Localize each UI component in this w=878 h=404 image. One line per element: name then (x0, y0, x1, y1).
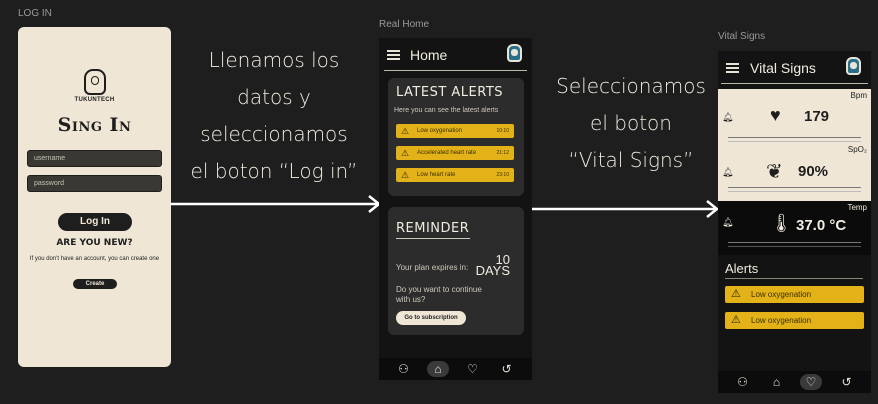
alert-time: 23:10 (496, 172, 509, 178)
heart-icon: ♥ (770, 105, 781, 125)
bpm-unit: Bpm (850, 91, 867, 100)
alert-item[interactable]: ⚠ Low oxygenation (725, 312, 864, 329)
password-input[interactable]: password (27, 175, 162, 192)
brand-name: TUKUNTECH (74, 97, 115, 103)
spo2-unit: SpO₂ (847, 145, 867, 154)
temp-value: 37.0 °C (796, 217, 847, 234)
home-icon[interactable]: ⌂ (427, 361, 449, 377)
home-title: Home (410, 47, 448, 63)
caption-line: datos y (237, 85, 311, 109)
alerts-title: Alerts (725, 261, 759, 276)
caption-line: el boton “Log in” (190, 159, 358, 183)
username-input[interactable]: username (27, 150, 162, 167)
latest-alerts-subtitle: Here you can see the latest alerts (394, 107, 499, 114)
create-account-button[interactable]: Create (73, 279, 117, 289)
header-divider (721, 83, 868, 84)
heart-rate-icon[interactable]: ♡ (464, 361, 481, 377)
vital-header: Vital Signs (718, 51, 871, 83)
reminder-title: REMINDER (396, 221, 470, 236)
caption-line: Llenamos los (208, 48, 340, 72)
frame-label-home: Real Home (379, 19, 430, 30)
divider (728, 246, 861, 247)
history-icon[interactable]: ↺ (498, 361, 515, 377)
vitals-panel: Bpm 🔔︎ ♥ 179 SpO₂ 🔔︎ ❦ 90% (718, 89, 871, 201)
new-user-heading: ARE YOU NEW? (56, 238, 133, 248)
alert-label: Accelerated heart rate (417, 150, 477, 156)
robot-avatar-icon[interactable] (846, 57, 861, 75)
menu-icon[interactable] (726, 63, 739, 73)
caption-vital-step: Seleccionamos el boton “Vital Signs” (548, 68, 714, 179)
warning-icon: ⚠ (401, 148, 410, 158)
bell-icon[interactable]: 🔔︎ (722, 167, 733, 178)
bell-icon[interactable]: 🔔︎ (722, 217, 733, 228)
profile-heart-icon[interactable]: ⚇ (395, 361, 412, 377)
frame-label-vital: Vital Signs (718, 31, 766, 42)
plan-expiry-label: Your plan expires in: (396, 263, 469, 272)
home-header: Home (379, 38, 532, 70)
caption-login-step: Llenamos los datos y seleccionamos el bo… (186, 42, 362, 190)
home-icon[interactable]: ⌂ (768, 374, 785, 390)
alert-label: Low oxygenation (417, 128, 463, 134)
alert-time: 21:12 (496, 150, 509, 156)
vital-signs-screen: Vital Signs Bpm 🔔︎ ♥ 179 SpO₂ 🔔︎ ❦ 90% T… (718, 51, 871, 393)
home-screen: Home LATEST ALERTS Here you can see the … (379, 38, 532, 380)
profile-heart-icon[interactable]: ⚇ (734, 374, 751, 390)
robot-avatar-icon[interactable] (507, 44, 522, 62)
caption-line: el boton (590, 111, 672, 135)
days-label: DAYS (475, 263, 510, 278)
frame-label-login: LOG IN (18, 8, 52, 19)
warning-icon: ⚠ (401, 170, 410, 180)
alert-item[interactable]: ⚠ Low oxygenation (725, 286, 864, 303)
divider (728, 242, 861, 243)
lungs-icon: ❦ (766, 161, 783, 183)
caption-line: Seleccionamos (556, 74, 706, 98)
login-title: Sing In (57, 114, 132, 136)
latest-alerts-card: LATEST ALERTS Here you can see the lates… (388, 78, 524, 196)
create-account-hint: If you don't have an account, you can cr… (29, 256, 160, 262)
temp-unit: Temp (847, 203, 867, 212)
alert-label: Low oxygenation (751, 290, 812, 299)
bell-icon[interactable]: 🔔︎ (722, 112, 733, 123)
alert-label: Low oxygenation (751, 316, 812, 325)
warning-icon: ⚠ (731, 288, 741, 300)
header-divider (384, 70, 527, 71)
vital-title: Vital Signs (750, 60, 816, 76)
go-to-subscription-button[interactable]: Go to subscription (396, 311, 466, 325)
bpm-value: 179 (804, 108, 830, 125)
reminder-card: REMINDER Your plan expires in: 10 DAYS D… (388, 207, 524, 335)
latest-alerts-title: LATEST ALERTS (396, 85, 504, 100)
flow-arrow-icon (170, 195, 382, 213)
divider (728, 187, 861, 188)
caption-line: seleccionamos (200, 122, 348, 146)
temp-panel: Temp 🔔︎ 🌡︎ 37.0 °C (718, 201, 871, 255)
divider (728, 137, 861, 138)
warning-icon: ⚠ (731, 314, 741, 326)
flow-arrow-icon (532, 200, 720, 218)
login-screen: TUKUNTECH Sing In username password Log … (18, 27, 171, 367)
caption-line: “Vital Signs” (568, 148, 694, 172)
history-icon[interactable]: ↺ (838, 374, 855, 390)
spo2-value: 90% (798, 163, 829, 180)
alert-time: 10:10 (496, 128, 509, 134)
login-button[interactable]: Log In (58, 213, 132, 231)
alert-item[interactable]: ⚠ Accelerated heart rate 21:12 (396, 146, 514, 160)
continue-question: Do you want to continue with us? (396, 285, 482, 304)
bottom-nav: ⚇ ⌂ ♡ ↺ (718, 371, 871, 393)
divider (728, 191, 861, 192)
alert-item[interactable]: ⚠ Low oxygenation 10:10 (396, 124, 514, 138)
warning-icon: ⚠ (401, 126, 410, 136)
heart-rate-icon[interactable]: ♡ (800, 374, 822, 390)
tukuntech-logo-icon (84, 69, 106, 95)
menu-icon[interactable] (387, 50, 400, 60)
reminder-underline (396, 238, 470, 239)
bottom-nav: ⚇ ⌂ ♡ ↺ (379, 358, 532, 380)
alert-item[interactable]: ⚠ Low heart rate 23:10 (396, 168, 514, 182)
alerts-divider (725, 278, 863, 279)
divider (728, 141, 861, 142)
thermometer-icon: 🌡︎ (770, 213, 793, 233)
alert-label: Low heart rate (417, 172, 456, 178)
